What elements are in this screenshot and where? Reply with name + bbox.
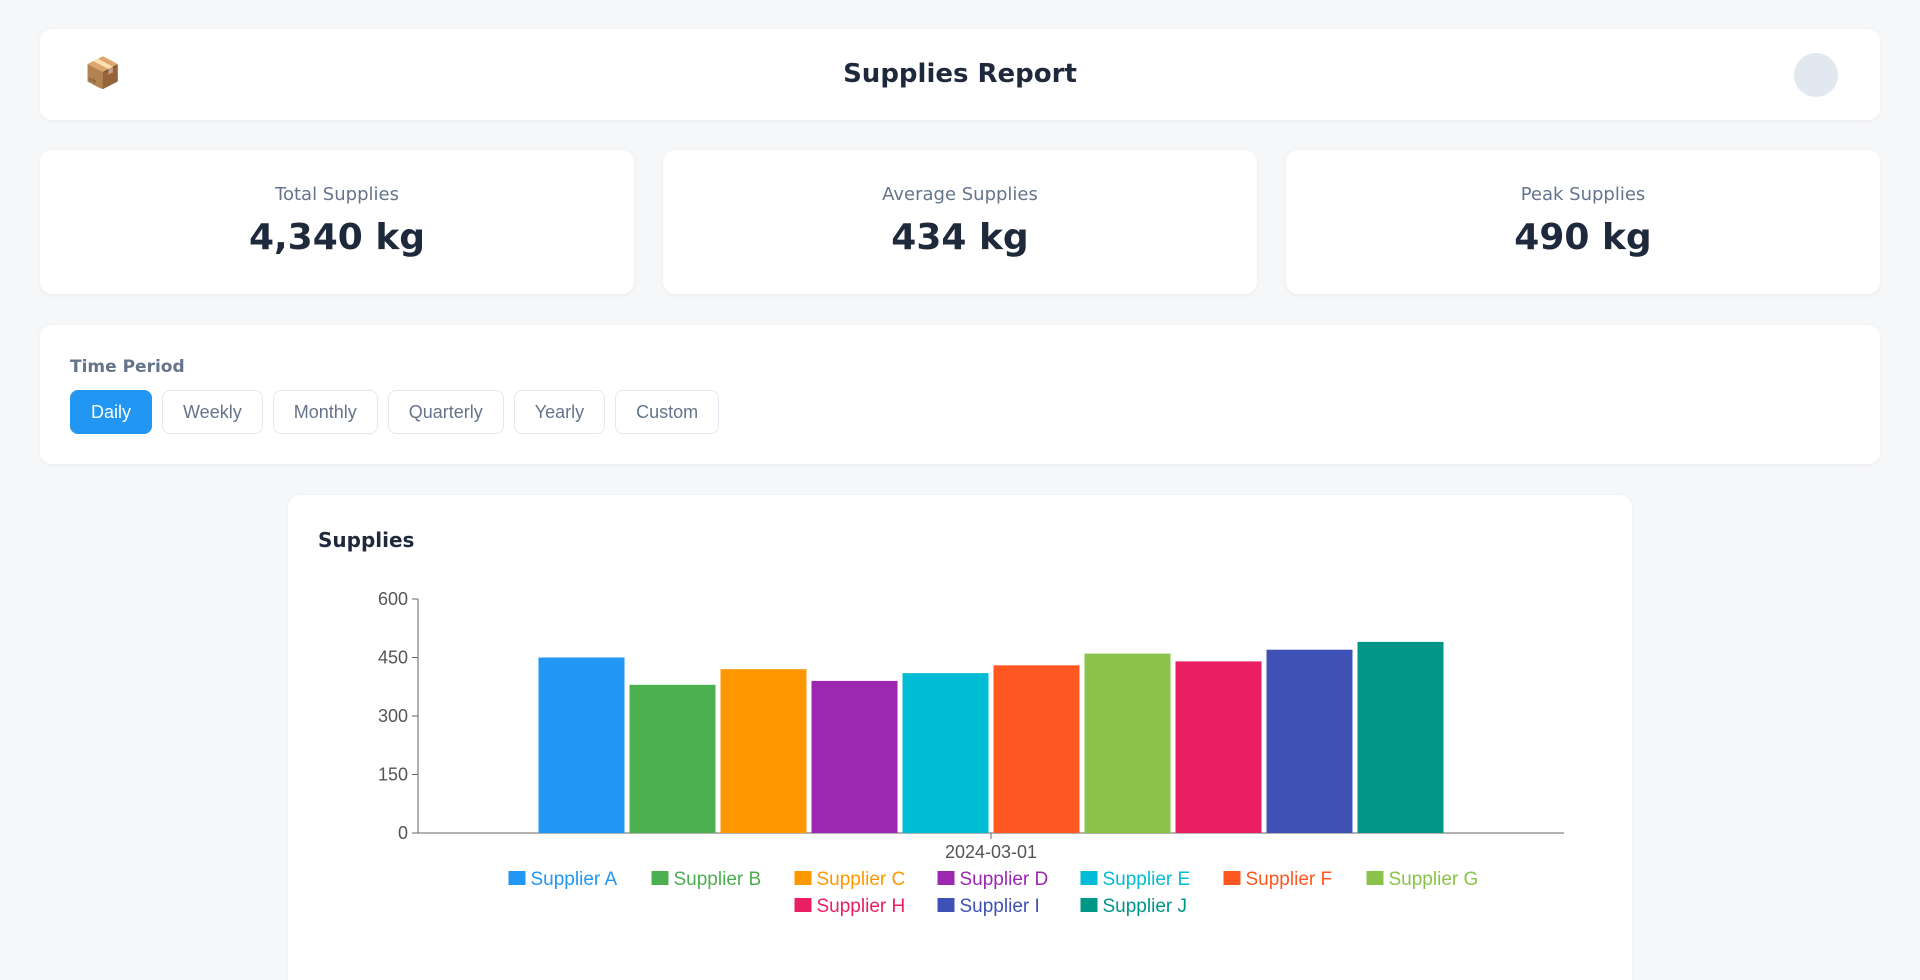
legend-swatch <box>937 871 955 885</box>
bar-supplier-j <box>1357 641 1444 833</box>
stat-value: 490 kg <box>1514 217 1652 258</box>
legend-label: Supplier H <box>817 896 906 917</box>
legend-swatch <box>1080 871 1098 885</box>
bar-supplier-h <box>1175 661 1262 833</box>
legend-swatch <box>508 871 526 885</box>
stat-label: Peak Supplies <box>1520 184 1646 205</box>
legend-label: Supplier A <box>531 869 618 890</box>
bar-supplier-b <box>629 684 716 833</box>
y-tick-label: 300 <box>378 706 408 726</box>
time-period-label: Time Period <box>70 357 185 377</box>
legend-swatch <box>794 871 812 885</box>
legend-swatch <box>651 871 669 885</box>
legend-swatch <box>937 898 955 912</box>
y-tick-label: 450 <box>378 648 408 668</box>
period-button-custom[interactable]: Custom <box>615 390 720 434</box>
bar-supplier-c <box>720 669 807 833</box>
bar-supplier-e <box>902 673 989 833</box>
legend-label: Supplier J <box>1103 896 1188 917</box>
bar-supplier-g <box>1084 653 1171 833</box>
stat-value: 434 kg <box>891 217 1029 258</box>
legend-swatch <box>794 898 812 912</box>
supplies-bar-chart: 0 150 300 450 600 2024-03-01 Supplier A Supplie… <box>378 589 1564 917</box>
bar-supplier-a <box>538 657 625 833</box>
bar-supplier-d <box>811 680 898 833</box>
legend-swatch <box>1080 898 1098 912</box>
supplies-chart-card: Supplies 0 150 300 450 600 2024-03-01 Supplier… <box>288 495 1632 980</box>
page-title: Supplies Report <box>843 59 1077 89</box>
period-button-weekly[interactable]: Weekly <box>162 390 263 434</box>
stat-value: 4,340 kg <box>248 217 426 258</box>
legend-label: Supplier G <box>1389 869 1479 890</box>
legend-label: Supplier E <box>1103 869 1191 890</box>
stat-card-total: Total Supplies 4,340 kg <box>40 150 634 294</box>
period-button-yearly[interactable]: Yearly <box>513 390 606 434</box>
time-period-buttons: Daily Weekly Monthly Quarterly Yearly Cu… <box>70 390 720 434</box>
legend-swatch <box>1366 871 1384 885</box>
stat-card-average: Average Supplies 434 kg <box>663 150 1257 294</box>
y-tick-label: 150 <box>378 765 408 785</box>
legend-label: Supplier F <box>1246 869 1333 890</box>
period-button-monthly[interactable]: Monthly <box>272 390 378 434</box>
period-button-daily[interactable]: Daily <box>70 390 153 434</box>
avatar[interactable] <box>1794 53 1838 97</box>
stat-label: Total Supplies <box>275 184 399 205</box>
y-tick-label: 600 <box>378 589 408 609</box>
bar-supplier-f <box>993 665 1080 833</box>
legend-label: Supplier I <box>960 896 1040 917</box>
legend-swatch <box>1223 871 1241 885</box>
legend-label: Supplier C <box>817 869 906 890</box>
time-period-panel: Time Period Daily Weekly Monthly Quarter… <box>40 325 1880 464</box>
period-button-quarterly[interactable]: Quarterly <box>387 390 504 434</box>
header-bar: 📦 Supplies Report <box>40 29 1880 120</box>
bar-supplier-i <box>1266 649 1353 833</box>
legend-label: Supplier B <box>674 869 762 890</box>
y-tick-label: 0 <box>398 823 408 843</box>
legend-label: Supplier D <box>960 869 1049 890</box>
stat-label: Average Supplies <box>882 184 1038 205</box>
x-tick-label: 2024-03-01 <box>945 842 1037 862</box>
stat-card-peak: Peak Supplies 490 kg <box>1286 150 1880 294</box>
